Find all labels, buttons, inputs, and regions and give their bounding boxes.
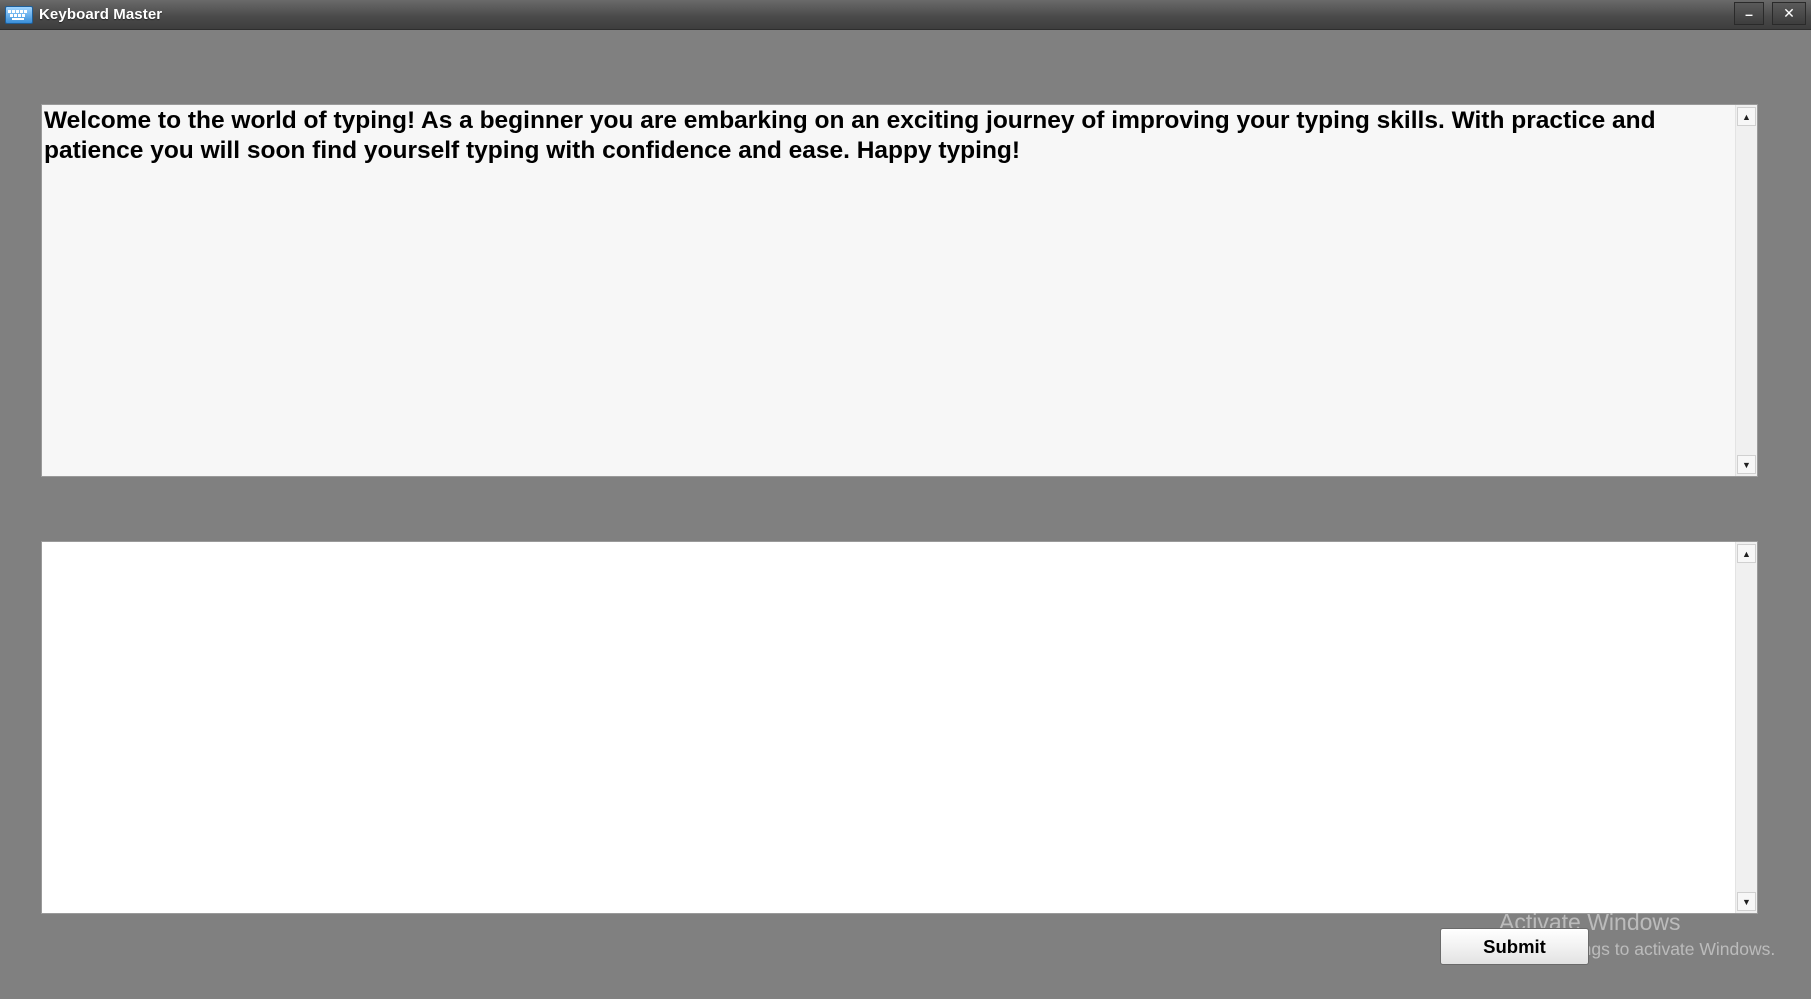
title-bar[interactable]: Keyboard Master – ✕ — [0, 0, 1811, 30]
scroll-down-icon[interactable]: ▼ — [1737, 455, 1756, 474]
close-icon: ✕ — [1783, 5, 1795, 21]
close-button[interactable]: ✕ — [1772, 2, 1806, 25]
scroll-down-icon[interactable]: ▼ — [1737, 892, 1756, 911]
typing-input-box[interactable]: ▲ ▼ — [41, 541, 1758, 914]
submit-button[interactable]: Submit — [1440, 928, 1589, 965]
window-title: Keyboard Master — [39, 6, 163, 23]
source-text: Welcome to the world of typing! As a beg… — [44, 107, 1656, 164]
typing-input[interactable] — [42, 542, 1734, 913]
minimize-button[interactable]: – — [1734, 2, 1764, 25]
minimize-icon: – — [1745, 5, 1753, 22]
main-window: Keyboard Master – ✕ Welcome to the world… — [0, 0, 1811, 999]
source-text-box[interactable]: Welcome to the world of typing! As a beg… — [41, 104, 1758, 477]
keyboard-icon — [5, 6, 33, 24]
input-scrollbar[interactable]: ▲ ▼ — [1735, 542, 1757, 913]
scroll-up-icon[interactable]: ▲ — [1737, 544, 1756, 563]
source-scrollbar[interactable]: ▲ ▼ — [1735, 105, 1757, 476]
scroll-up-icon[interactable]: ▲ — [1737, 107, 1756, 126]
